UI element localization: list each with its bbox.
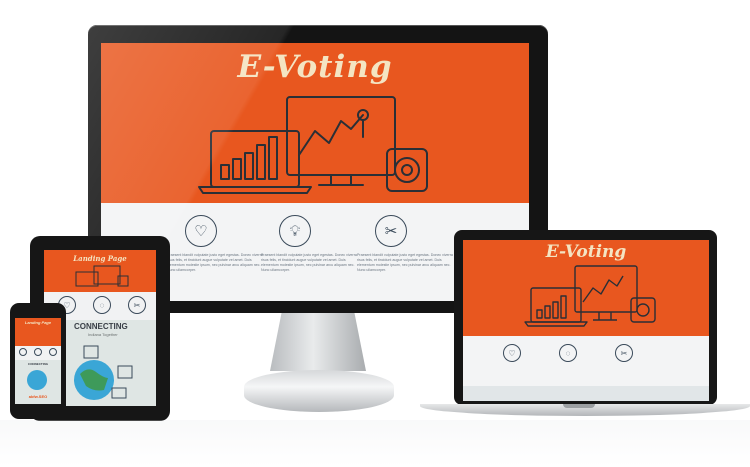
feature-card: ✂ Praesent blandit vulputate justo eget … — [357, 215, 457, 273]
feature-text: Praesent blandit vulputate justo eget eg… — [357, 253, 453, 272]
connecting-subtitle: Indiana Together — [88, 332, 118, 337]
tablet-illustration — [75, 265, 129, 287]
laptop-feature-card: ◌ — [559, 344, 577, 362]
laptop-screen: E-Voting ♡ ◌ ✂ — [463, 240, 709, 401]
heart-icon: ♡ — [185, 215, 217, 247]
phone-connecting: CONNECTING abfw.SEO — [15, 360, 61, 404]
tools-icon: ✂ — [375, 215, 407, 247]
tablet-features: ♡ ◌ ✂ — [58, 296, 146, 316]
laptop-title: E-Voting — [545, 242, 627, 262]
phone-brand: abfw.SEO — [28, 394, 48, 399]
tablet-title: Landing Page — [73, 254, 127, 263]
lightbulb-icon: 💡︎ — [279, 215, 311, 247]
devices-illustration — [198, 96, 428, 194]
heart-icon: ♡ — [503, 344, 521, 362]
floor-reflection — [0, 420, 750, 467]
lightbulb-icon: ◌ — [93, 296, 111, 314]
page-title: E-Voting — [237, 49, 393, 85]
lightbulb-icon: ◌ — [559, 344, 577, 362]
laptop-feature-card: ✂ — [615, 344, 633, 362]
laptop-hero: E-Voting — [463, 240, 709, 336]
phone-title: Landing Page — [24, 320, 52, 325]
laptop-notch — [563, 404, 595, 408]
laptop-footer-strip — [463, 386, 709, 401]
lightbulb-icon — [34, 348, 42, 356]
connecting-title: CONNECTING — [74, 322, 128, 331]
tools-icon: ✂ — [128, 296, 146, 314]
laptop-illustration — [524, 265, 656, 327]
feature-card: 💡︎ Praesent blandit vulputate justo eget… — [261, 215, 361, 273]
phone-section-title: CONNECTING — [27, 362, 49, 366]
laptop-feature-card: ♡ — [503, 344, 613, 362]
tools-icon — [49, 348, 57, 356]
hero-banner: E-Voting — [101, 43, 529, 203]
feature-card: ♡ Praesent blandit vulputate justo eget … — [167, 215, 267, 273]
tablet-hero: Landing Page — [44, 250, 156, 292]
heart-icon — [19, 348, 27, 356]
phone-features — [19, 348, 57, 356]
phone-hero: Landing Page — [15, 318, 61, 346]
feature-text: Praesent blandit vulputate justo eget eg… — [261, 253, 357, 272]
globe-illustration — [74, 345, 133, 400]
globe-icon — [27, 370, 47, 390]
tools-icon: ✂ — [615, 344, 633, 362]
monitor-stand-neck — [270, 313, 366, 371]
monitor-stand-base — [244, 370, 394, 412]
feature-text: Praesent blandit vulputate justo eget eg… — [167, 253, 263, 272]
phone-screen: Landing Page CONNECTING abfw.SEO — [15, 318, 61, 404]
